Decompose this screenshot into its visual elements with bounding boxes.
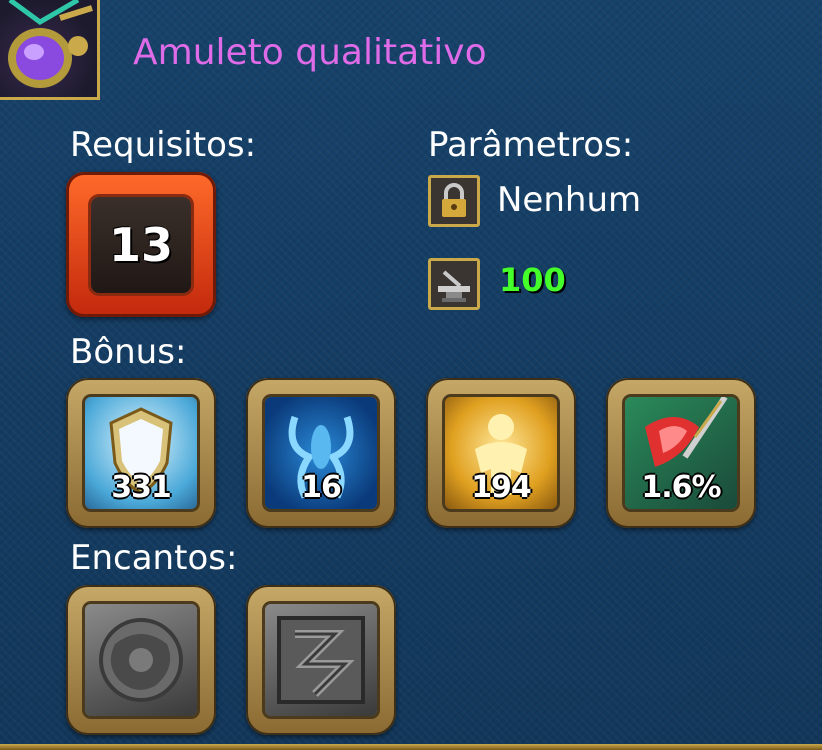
requirements-label: Requisitos:	[70, 125, 257, 165]
bonus-slot[interactable]: 194	[426, 378, 576, 528]
panel-bottom-border	[0, 744, 822, 750]
level-requirement-badge: 13	[66, 172, 216, 317]
durability-value: 100	[499, 261, 566, 299]
bonus-value: 331	[111, 470, 172, 505]
bonus-value: 194	[471, 470, 532, 505]
parameters-label: Parâmetros:	[428, 125, 634, 165]
enchant-slot[interactable]	[66, 585, 216, 735]
bonus-value: 1.6%	[641, 470, 721, 505]
bonus-value: 16	[301, 470, 342, 505]
shield-icon: 331	[85, 397, 197, 509]
lock-icon	[428, 175, 480, 227]
purple-amulet-icon	[0, 0, 100, 100]
blue-aura-icon: 16	[265, 397, 377, 509]
golden-figure-icon: 194	[445, 397, 557, 509]
enchant-slot[interactable]	[246, 585, 396, 735]
empty-enchant-slot-icon	[85, 604, 197, 716]
bonus-slot[interactable]: 1.6%	[606, 378, 756, 528]
bonus-label: Bônus:	[70, 332, 187, 372]
level-requirement-value: 13	[91, 196, 191, 293]
item-title: Amuleto qualitativo	[133, 32, 487, 73]
enchants-label: Encantos:	[70, 538, 238, 578]
bonus-slot[interactable]: 331	[66, 378, 216, 528]
bonus-slot[interactable]: 16	[246, 378, 396, 528]
red-crystal-sword-icon: 1.6%	[625, 397, 737, 509]
empty-enchant-rune-icon	[265, 604, 377, 716]
anvil-icon	[428, 258, 480, 310]
binding-status: Nenhum	[497, 180, 642, 220]
